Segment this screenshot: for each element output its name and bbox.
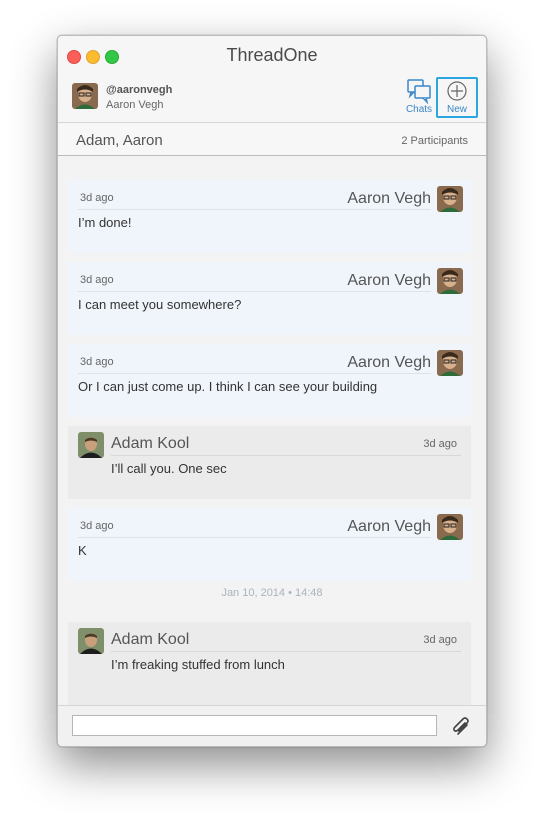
message-text: I’ll call you. One sec bbox=[111, 461, 227, 476]
message-time: 3d ago bbox=[80, 274, 114, 286]
message-text: Or I can just come up. I think I can see… bbox=[78, 379, 378, 394]
message-divider bbox=[78, 291, 431, 292]
message-divider bbox=[111, 651, 461, 652]
sender-avatar bbox=[437, 350, 463, 376]
participants-count[interactable]: 2 Participants bbox=[401, 135, 468, 147]
sender-avatar bbox=[437, 186, 463, 212]
account-name: Aaron Vegh bbox=[106, 99, 164, 111]
chats-icon bbox=[407, 79, 431, 105]
message-text: I can meet you somewhere? bbox=[78, 297, 242, 312]
message-item: 3d ago Aaron Vegh I’m done! bbox=[68, 180, 471, 253]
message-sender: Adam Kool bbox=[111, 435, 190, 452]
app-window: ThreadOne @aaronvegh Aaron Vegh Chats Ne… bbox=[57, 35, 487, 747]
message-item: Adam Kool 3d ago I’ll call you. One sec bbox=[68, 426, 471, 499]
composer-bar bbox=[58, 705, 486, 746]
message-sender: Aaron Vegh bbox=[347, 190, 431, 207]
sender-avatar bbox=[437, 268, 463, 294]
window-title: ThreadOne bbox=[226, 45, 318, 65]
message-item: 3d ago Aaron Vegh I can meet you somewhe… bbox=[68, 262, 471, 335]
sender-avatar bbox=[437, 514, 463, 540]
message-item: 3d ago Aaron Vegh K bbox=[68, 508, 471, 581]
message-text: I’m freaking stuffed from lunch bbox=[111, 657, 285, 672]
sender-avatar bbox=[78, 432, 104, 458]
paperclip-icon bbox=[453, 717, 469, 735]
plus-circle-icon bbox=[447, 81, 467, 101]
thread-header: Adam, Aaron 2 Participants bbox=[58, 123, 486, 156]
message-time: 3d ago bbox=[80, 356, 114, 368]
thread-title: Adam, Aaron bbox=[76, 132, 163, 149]
message-time: 3d ago bbox=[80, 192, 114, 204]
message-item: 3d ago Aaron Vegh Or I can just come up.… bbox=[68, 344, 471, 417]
message-divider bbox=[78, 209, 431, 210]
message-sender: Aaron Vegh bbox=[347, 518, 431, 535]
message-time: 3d ago bbox=[423, 634, 457, 646]
message-time: 3d ago bbox=[80, 520, 114, 532]
account-avatar bbox=[72, 83, 98, 109]
message-sender: Adam Kool bbox=[111, 631, 190, 648]
chats-button[interactable]: Chats bbox=[401, 77, 437, 117]
message-input[interactable] bbox=[72, 715, 437, 736]
title-bar: ThreadOne @aaronvegh Aaron Vegh Chats Ne… bbox=[58, 36, 486, 123]
chats-label: Chats bbox=[405, 104, 433, 115]
date-separator: Jan 10, 2014 • 14:48 bbox=[221, 587, 323, 599]
message-item: Adam Kool 3d ago I’m freaking stuffed fr… bbox=[68, 622, 471, 705]
message-list[interactable]: 3d ago Aaron Vegh I’m done! 3d ago Aaron… bbox=[58, 157, 486, 705]
message-sender: Aaron Vegh bbox=[347, 354, 431, 371]
message-text: K bbox=[78, 543, 87, 558]
message-divider bbox=[78, 373, 431, 374]
message-text: I’m done! bbox=[78, 215, 132, 230]
message-divider bbox=[111, 455, 461, 456]
new-label: New bbox=[446, 104, 467, 115]
attach-button[interactable] bbox=[450, 715, 472, 737]
account-handle: @aaronvegh bbox=[106, 84, 173, 96]
message-sender: Aaron Vegh bbox=[347, 272, 431, 289]
message-time: 3d ago bbox=[423, 438, 457, 450]
message-divider bbox=[78, 537, 431, 538]
sender-avatar bbox=[78, 628, 104, 654]
new-button[interactable]: New bbox=[436, 77, 478, 118]
